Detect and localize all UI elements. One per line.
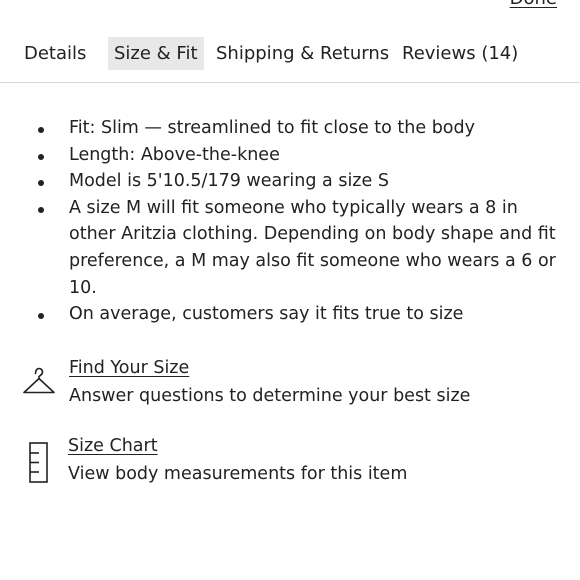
tab-details[interactable]: Details bbox=[24, 37, 86, 70]
fit-detail-item: Fit: Slim — streamlined to fit close to … bbox=[0, 115, 580, 142]
size-chart-row[interactable]: Size Chart View body measurements for th… bbox=[0, 432, 580, 492]
fit-detail-item: Model is 5'10.5/179 wearing a size S bbox=[0, 168, 580, 195]
tab-bar: Details Size & Fit Shipping & Returns Re… bbox=[0, 0, 580, 83]
size-chart-link[interactable]: Size Chart bbox=[68, 436, 158, 456]
size-chart-description: View body measurements for this item bbox=[68, 464, 408, 484]
find-your-size-link[interactable]: Find Your Size bbox=[69, 358, 189, 378]
hanger-icon bbox=[23, 367, 55, 394]
find-your-size-description: Answer questions to determine your best … bbox=[69, 386, 471, 406]
tab-reviews[interactable]: Reviews (14) bbox=[402, 37, 518, 70]
ruler-icon bbox=[29, 442, 48, 483]
fit-detail-item: A size M will fit someone who typically … bbox=[0, 195, 580, 301]
tab-size-fit[interactable]: Size & Fit bbox=[108, 37, 204, 70]
tab-shipping-returns[interactable]: Shipping & Returns bbox=[216, 37, 389, 70]
fit-detail-item: On average, customers say it fits true t… bbox=[0, 301, 580, 328]
find-your-size-row[interactable]: Find Your Size Answer questions to deter… bbox=[0, 354, 580, 414]
size-fit-panel: Done Details Size & Fit Shipping & Retur… bbox=[0, 0, 580, 580]
fit-detail-item: Length: Above-the-knee bbox=[0, 142, 580, 169]
fit-details-list: Fit: Slim — streamlined to fit close to … bbox=[0, 115, 580, 328]
